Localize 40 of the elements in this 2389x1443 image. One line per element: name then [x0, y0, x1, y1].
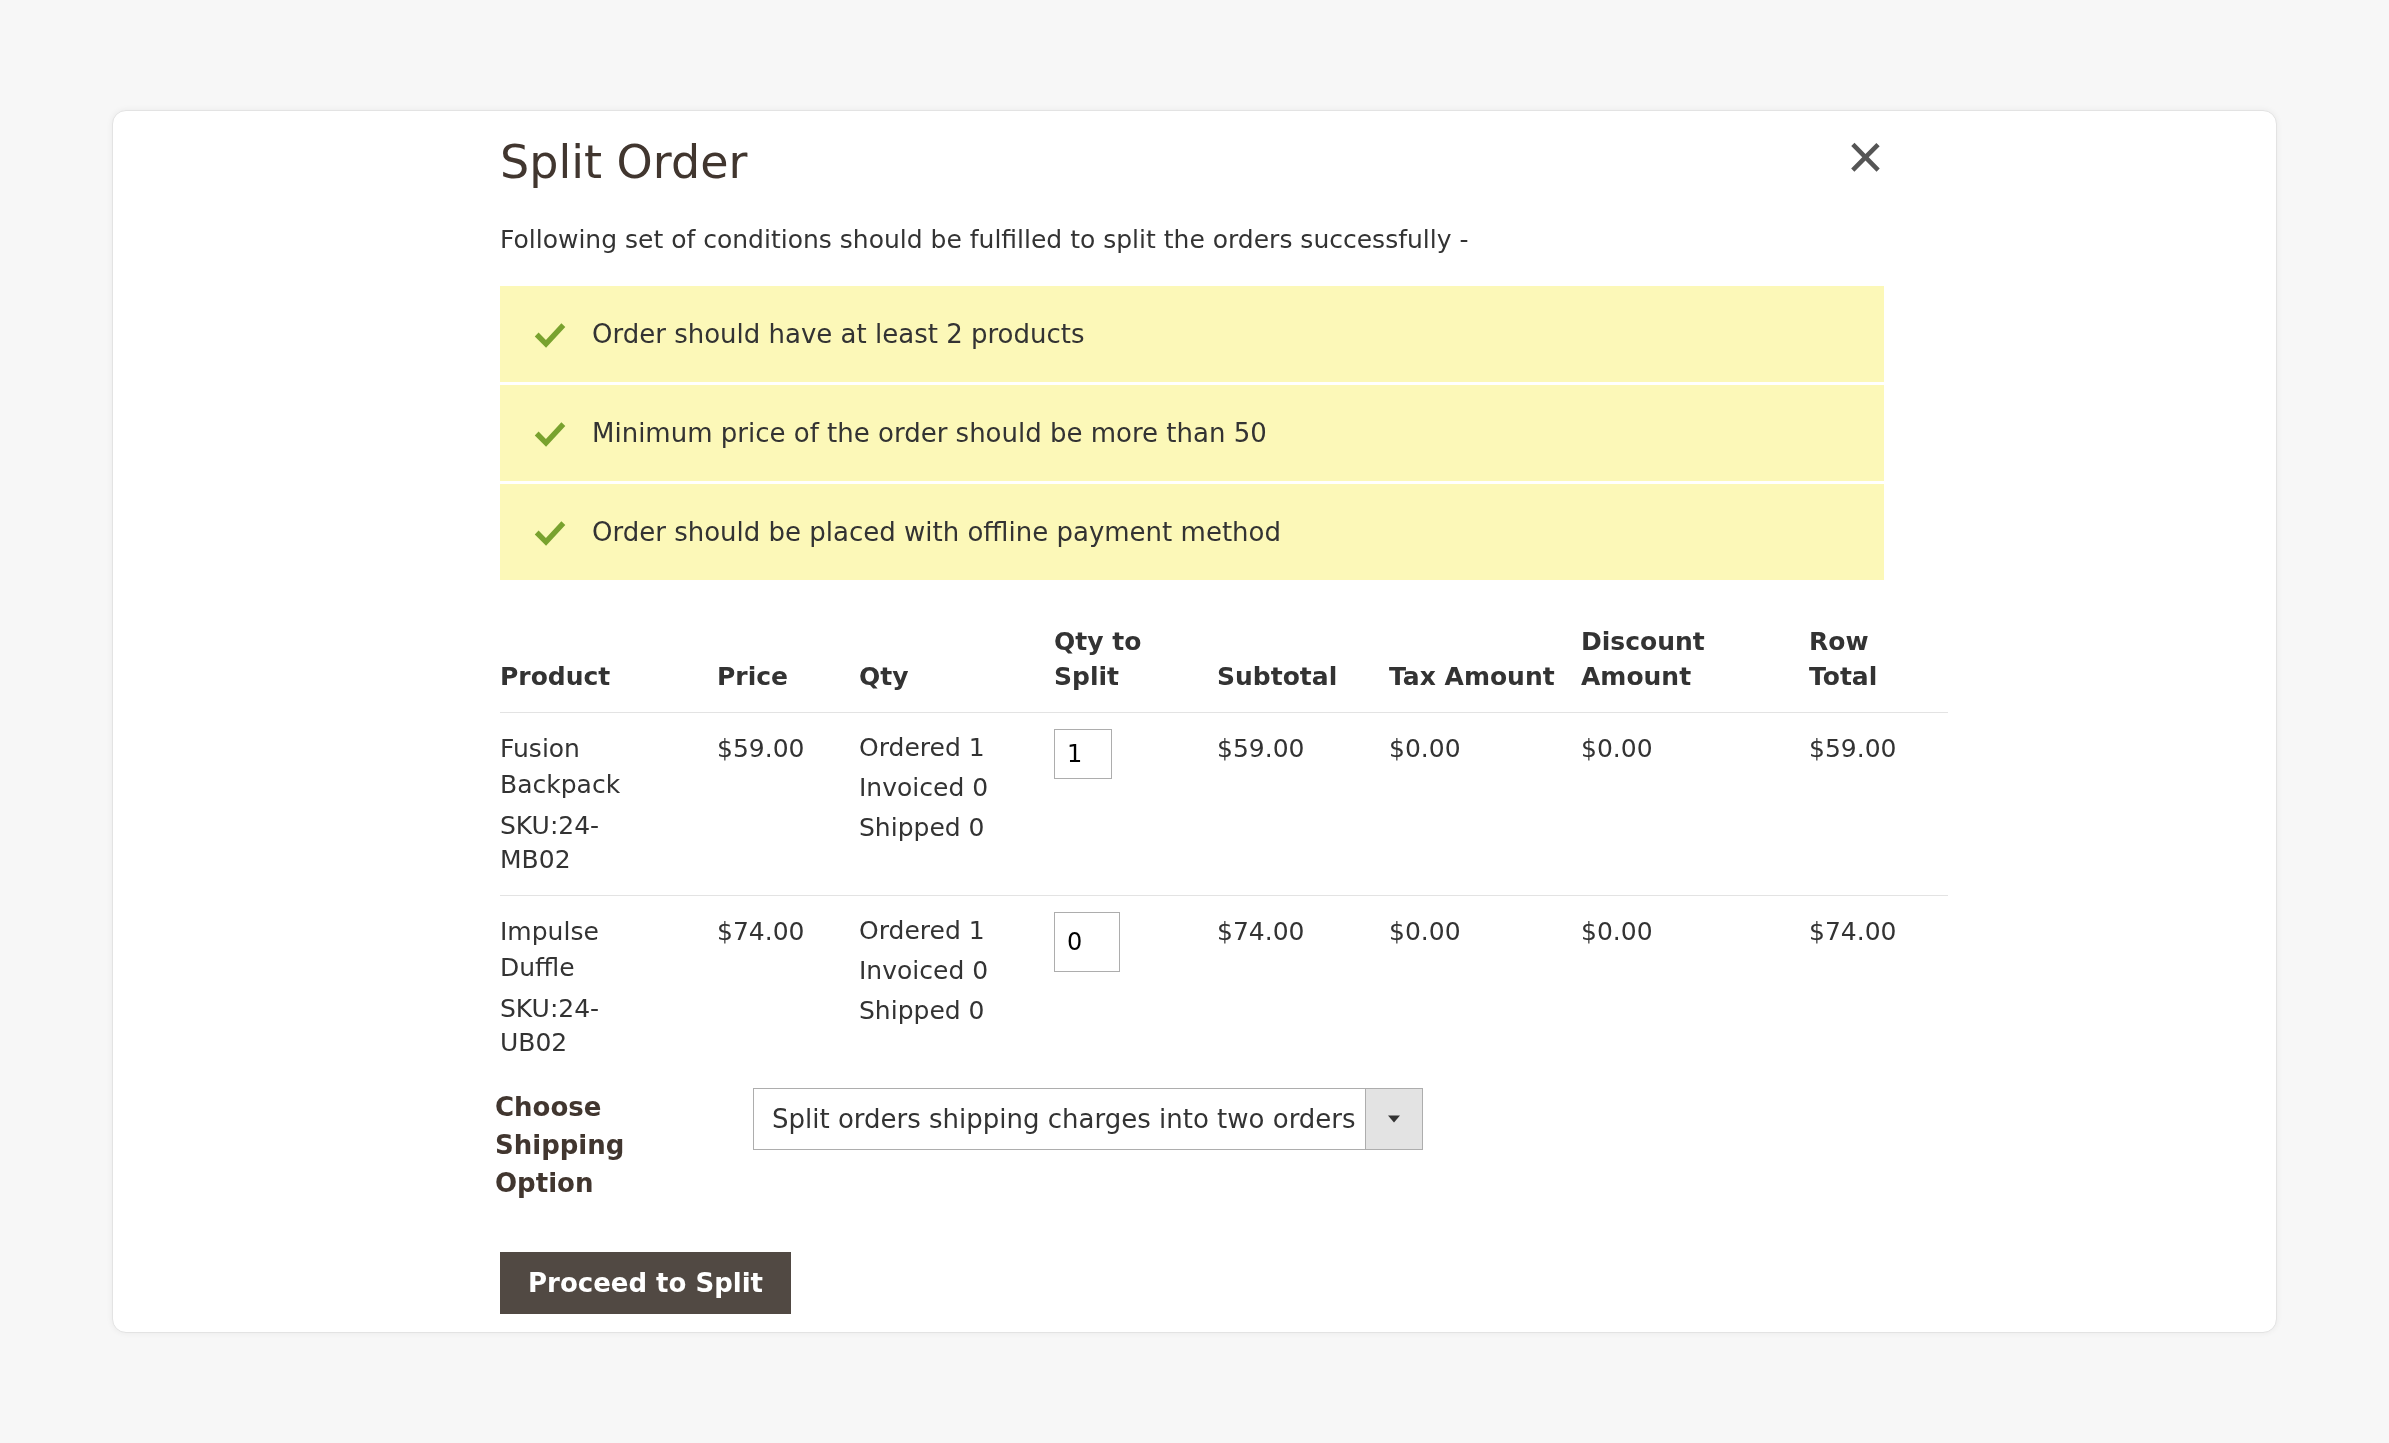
table-cell: $59.00 — [1809, 734, 1897, 763]
column-header: Row Total — [1809, 627, 1878, 691]
close-button[interactable]: × — [1846, 125, 1884, 189]
table-cell: $59.00 — [717, 734, 805, 763]
table-cell: $0.00 — [1581, 917, 1653, 946]
product-name: Impulse Duffle — [500, 916, 600, 984]
table-cell: $0.00 — [1581, 734, 1653, 763]
column-header: Product — [500, 662, 611, 691]
qty-line: Invoiced 0 — [859, 955, 990, 987]
caret-icon — [1365, 1089, 1422, 1149]
column-header: Discount Amount — [1581, 627, 1705, 691]
column-header: Tax Amount — [1389, 662, 1555, 691]
qty-line: Ordered 1 — [859, 915, 986, 947]
table-cell: $74.00 — [717, 917, 805, 946]
column-header: Subtotal — [1217, 662, 1338, 691]
product-sku: SKU:24-UB02 — [500, 993, 601, 1059]
condition-text: Minimum price of the order should be more than 50 — [592, 418, 1267, 448]
column-header: Qty to Split — [1054, 627, 1142, 691]
intro-text: Following set of conditions should be fulfilled to split the orders successfully - — [500, 225, 1470, 254]
table-cell: $0.00 — [1389, 917, 1461, 946]
qty-line: Ordered 1 — [859, 732, 986, 764]
shipping-dropdown[interactable]: Split orders shipping charges into two orders — [753, 1088, 1423, 1150]
condition-text: Order should have at least 2 products — [592, 319, 1085, 349]
qty-line: Shipped 0 — [859, 812, 986, 844]
product-name: Fusion Backpack — [500, 733, 622, 801]
condition-text: Order should be placed with offline payment method — [592, 517, 1281, 547]
table-cell: $59.00 — [1217, 734, 1305, 763]
qty-input[interactable]: 0 — [1054, 912, 1120, 972]
modal-title: Split Order — [500, 135, 748, 189]
shipping-label: Choose Shipping Option — [495, 1091, 626, 1200]
table-cell: $0.00 — [1389, 734, 1461, 763]
qty-input[interactable]: 1 — [1054, 729, 1112, 779]
proceed-button[interactable]: Proceed to Split — [500, 1252, 791, 1314]
column-header: Qty — [859, 662, 909, 691]
column-header: Price — [717, 662, 788, 691]
table-cell: $74.00 — [1217, 917, 1305, 946]
qty-line: Invoiced 0 — [859, 772, 990, 804]
table-cell: $74.00 — [1809, 917, 1897, 946]
product-sku: SKU:24-MB02 — [500, 810, 601, 876]
qty-line: Shipped 0 — [859, 995, 986, 1027]
